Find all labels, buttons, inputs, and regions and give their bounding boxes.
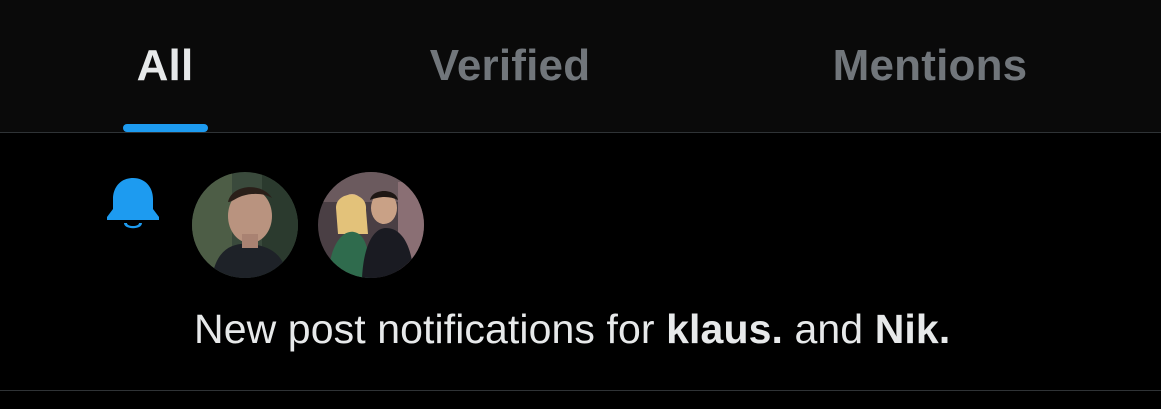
user-link-klaus[interactable]: klaus.	[666, 306, 783, 352]
tab-mentions-label: Mentions	[832, 40, 1028, 90]
active-tab-indicator	[123, 124, 208, 132]
bell-icon	[107, 178, 159, 229]
avatar-klaus[interactable]	[192, 172, 298, 278]
notification-text-prefix: New post notifications for	[194, 306, 655, 352]
tab-verified[interactable]: Verified	[400, 0, 620, 133]
tab-mentions[interactable]: Mentions	[800, 0, 1060, 133]
notification-tabs: All Verified Mentions	[0, 0, 1161, 133]
notification-text: New post notifications for klaus. and Ni…	[194, 306, 950, 353]
tab-verified-label: Verified	[429, 40, 591, 90]
notification-text-and: and	[794, 306, 864, 352]
avatar-nik[interactable]	[318, 172, 424, 278]
user-link-nik[interactable]: Nik.	[875, 306, 951, 352]
tab-all-label: All	[136, 40, 194, 90]
tab-all[interactable]: All	[90, 0, 240, 133]
